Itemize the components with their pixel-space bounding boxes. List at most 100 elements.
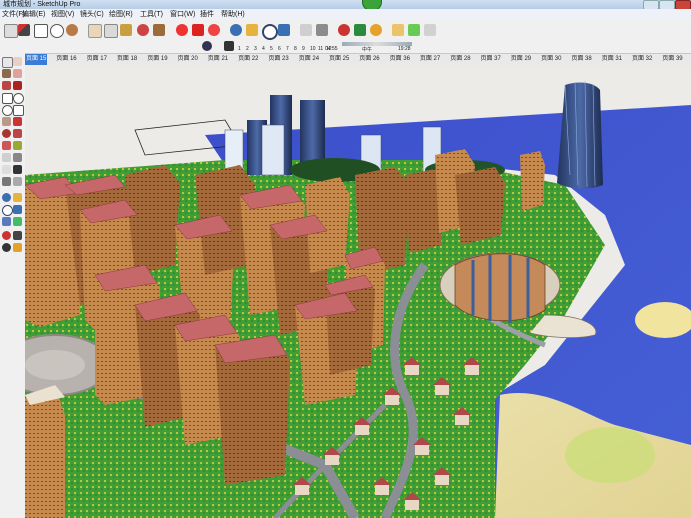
walk-icon[interactable] (338, 24, 350, 36)
scene-tab[interactable]: 页面 19 (146, 54, 168, 65)
scene-tab[interactable]: 页面 16 (55, 54, 77, 65)
scene-tab[interactable]: 页面 15 (25, 54, 48, 65)
rotate-icon[interactable] (2, 129, 11, 138)
follow-me-icon[interactable] (208, 24, 220, 36)
scene-tab[interactable]: 页面 20 (177, 54, 199, 65)
paint-icon[interactable] (104, 24, 118, 38)
month-label: 9 (302, 46, 305, 52)
tape-icon[interactable] (300, 24, 312, 36)
zoom-icon[interactable] (2, 205, 13, 216)
menu-camera[interactable]: 镜头(C) (80, 9, 104, 20)
styles-icon[interactable] (424, 24, 436, 36)
month-label: 11 (318, 46, 324, 52)
follow-me-icon[interactable] (2, 141, 11, 150)
left-tool-palette (0, 53, 26, 518)
zoom-icon[interactable] (262, 24, 278, 40)
menu-window[interactable]: 窗口(W) (170, 9, 195, 20)
menu-draw[interactable]: 绘图(R) (109, 9, 133, 20)
select-icon[interactable] (4, 24, 18, 38)
dimension-icon[interactable] (13, 153, 22, 162)
previous-view-icon[interactable] (13, 217, 22, 226)
eraser-icon[interactable] (88, 24, 102, 38)
polygon-icon[interactable] (66, 24, 78, 36)
grass-shore (565, 427, 655, 483)
menu-edit[interactable]: 编辑(E) (22, 9, 45, 20)
position-camera-icon[interactable] (2, 231, 11, 240)
section-icon[interactable] (13, 243, 22, 252)
rectangle-icon[interactable] (2, 93, 13, 104)
shadow-toolbar: 1 2 3 4 5 6 7 8 9 10 11 12 04:55 中午 19:2… (0, 40, 691, 54)
3d-text-icon[interactable] (13, 177, 22, 186)
pan-icon[interactable] (246, 24, 258, 36)
orbit-icon[interactable] (230, 24, 242, 36)
look-icon[interactable] (354, 24, 366, 36)
main-toolbar (0, 20, 691, 41)
protractor-icon[interactable] (316, 24, 328, 36)
scene-tab[interactable]: 页面 17 (86, 54, 108, 65)
zoom-window-icon[interactable] (278, 24, 290, 36)
move-icon[interactable] (137, 24, 149, 36)
rotate-icon[interactable] (176, 24, 188, 36)
scene-tab[interactable]: 页面 36 (389, 54, 411, 65)
pan-icon[interactable] (13, 193, 22, 202)
scene-tab[interactable]: 页面 29 (510, 54, 532, 65)
axes-icon[interactable] (2, 177, 11, 186)
push-pull-icon[interactable] (2, 117, 11, 126)
month-slider[interactable]: 1 2 3 4 5 6 7 8 9 10 11 12 (238, 46, 358, 52)
city-model-render (25, 65, 691, 518)
line-icon[interactable] (13, 81, 22, 90)
components-icon[interactable] (392, 24, 404, 36)
scene-tab[interactable]: 页面 26 (358, 54, 380, 65)
protractor-icon[interactable] (2, 165, 11, 174)
offset-icon[interactable] (13, 141, 22, 150)
select-icon[interactable] (2, 57, 13, 68)
shadow-toggle-icon[interactable] (224, 41, 234, 51)
materials-icon[interactable] (408, 24, 420, 36)
paint-icon[interactable] (2, 69, 11, 78)
look-icon[interactable] (2, 243, 11, 252)
scene-tab[interactable]: 页面 27 (419, 54, 441, 65)
zoom-extents-icon[interactable] (2, 217, 11, 226)
scene-tab[interactable]: 页面 31 (601, 54, 623, 65)
menu-tools[interactable]: 工具(T) (140, 9, 163, 20)
plaza-center (25, 350, 85, 380)
scene-tab[interactable]: 页面 30 (540, 54, 562, 65)
window-title: 城市规划 - SketchUp Pro (3, 1, 81, 8)
scene-tab[interactable]: 页面 24 (298, 54, 320, 65)
circle-icon[interactable] (13, 93, 24, 104)
section-icon[interactable] (370, 24, 382, 36)
3d-viewport[interactable] (25, 65, 691, 518)
orbit-icon[interactable] (2, 193, 11, 202)
scene-tab[interactable]: 页面 22 (237, 54, 259, 65)
make-component-icon[interactable] (13, 57, 22, 66)
scene-tab[interactable]: 页面 32 (631, 54, 653, 65)
circle-icon[interactable] (50, 24, 64, 38)
arc-icon[interactable] (2, 105, 13, 116)
scene-tab[interactable]: 页面 39 (661, 54, 683, 65)
pencil-icon[interactable] (18, 24, 30, 36)
rectangle-icon[interactable] (34, 24, 48, 38)
scene-tab[interactable]: 页面 23 (267, 54, 289, 65)
scene-tab[interactable]: 页面 18 (116, 54, 138, 65)
move-icon[interactable] (13, 117, 22, 126)
menu-view[interactable]: 视图(V) (51, 9, 74, 20)
scene-tab[interactable]: 页面 38 (570, 54, 592, 65)
pencil-icon[interactable] (2, 81, 11, 90)
menu-plugins[interactable]: 插件 (200, 9, 214, 20)
scene-tab[interactable]: 页面 37 (480, 54, 502, 65)
tape-icon[interactable] (2, 153, 11, 162)
walk-icon[interactable] (13, 231, 22, 240)
text-icon[interactable] (13, 165, 22, 174)
scale-icon[interactable] (192, 24, 204, 36)
eraser-icon[interactable] (13, 69, 22, 78)
menu-help[interactable]: 帮助(H) (221, 9, 245, 20)
scale-icon[interactable] (13, 129, 22, 138)
push-pull-icon[interactable] (120, 24, 132, 36)
polygon-icon[interactable] (13, 105, 24, 116)
shadow-settings-icon[interactable] (202, 41, 212, 51)
scene-tab[interactable]: 页面 25 (328, 54, 350, 65)
offset-icon[interactable] (153, 24, 165, 36)
zoom-window-icon[interactable] (13, 205, 22, 214)
scene-tab[interactable]: 页面 21 (207, 54, 229, 65)
scene-tab[interactable]: 页面 28 (449, 54, 471, 65)
